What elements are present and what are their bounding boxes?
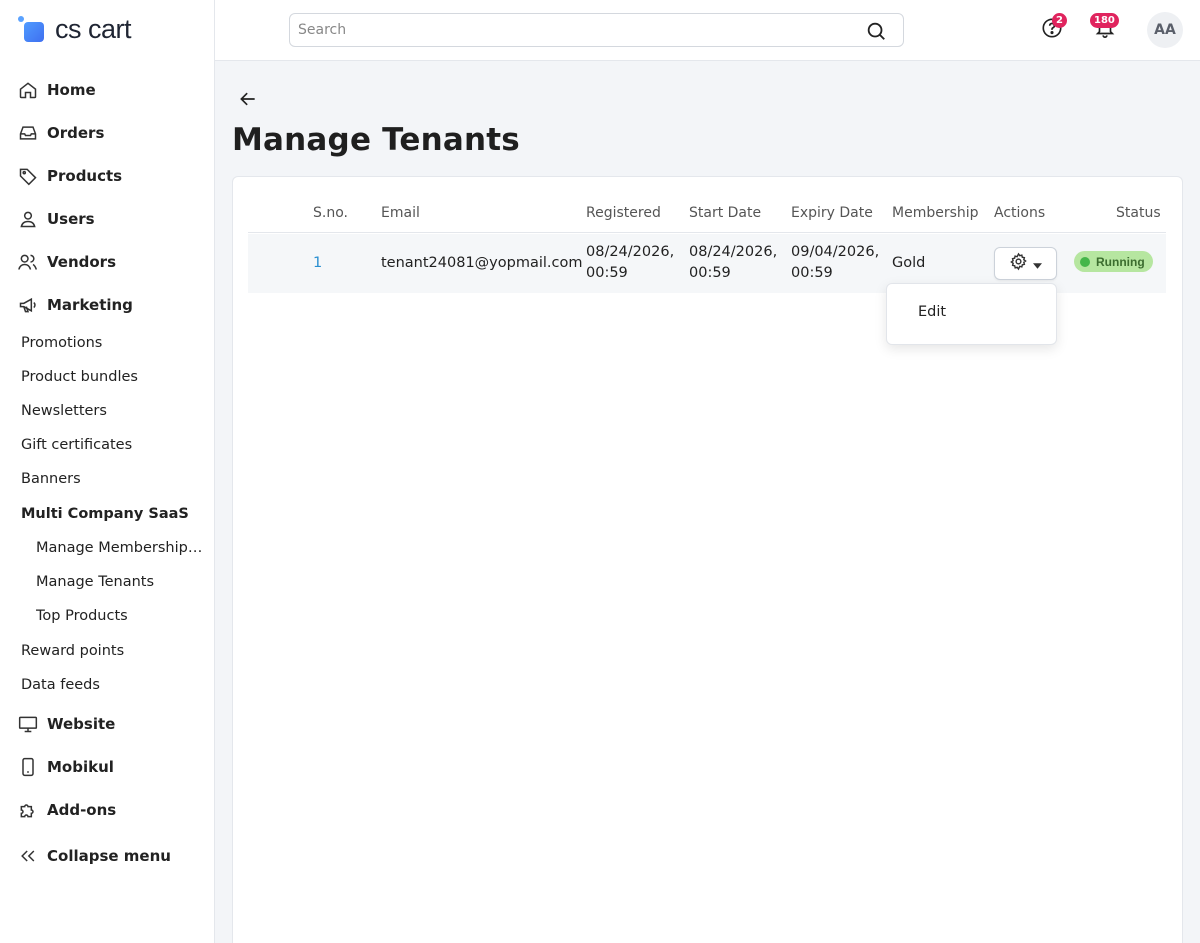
inbox-icon [17, 122, 39, 144]
notifications-button[interactable]: 180 [1090, 13, 1119, 43]
actions-dropdown-menu: Edit [886, 283, 1057, 345]
column-header-actions: Actions [994, 205, 1046, 221]
caret-down-icon [1033, 254, 1042, 273]
status-badge: Running [1074, 251, 1153, 272]
puzzle-icon [17, 799, 39, 821]
tag-icon [17, 165, 39, 187]
megaphone-icon [17, 294, 39, 316]
row-membership: Gold [892, 255, 926, 271]
sidebar-item-home[interactable]: Home [17, 75, 207, 105]
sidebar-item-products[interactable]: Products [17, 161, 207, 191]
column-header-email: Email [381, 205, 420, 221]
sidebar-item-website[interactable]: Website [17, 709, 207, 739]
sidebar-item-gift-certificates[interactable]: Gift certificates [21, 432, 206, 458]
row-expiry-date: 09/04/2026, [791, 244, 880, 260]
sidebar-item-product-bundles[interactable]: Product bundles [21, 364, 206, 390]
logo[interactable]: cs cart [18, 12, 132, 46]
cs-cart-logo-icon [18, 14, 48, 44]
column-header-sno: S.no. [313, 205, 348, 221]
back-arrow-icon[interactable] [237, 88, 259, 110]
top-header: 2 180 AA [215, 0, 1200, 61]
column-header-membership: Membership [892, 205, 979, 221]
header-divider [248, 232, 1166, 233]
sidebar-item-reward-points[interactable]: Reward points [21, 638, 206, 664]
search-input[interactable] [290, 22, 850, 38]
row-sno-link[interactable]: 1 [313, 253, 322, 274]
search-icon[interactable] [865, 20, 887, 46]
sidebar-item-mobikul[interactable]: Mobikul [17, 752, 207, 782]
column-header-expiry-date: Expiry Date [791, 205, 873, 221]
avatar[interactable]: AA [1147, 12, 1183, 48]
status-label: Running [1096, 254, 1145, 269]
sidebar-item-manage-tenants[interactable]: Manage Tenants [36, 569, 204, 595]
actions-dropdown-button[interactable] [994, 247, 1057, 280]
monitor-icon [17, 713, 39, 735]
sidebar-item-banners[interactable]: Banners [21, 466, 206, 492]
logo-text: cs cart [55, 13, 132, 44]
sidebar-item-multi-company-saas[interactable]: Multi Company SaaS [21, 501, 206, 527]
edit-menu-item[interactable]: Edit [918, 304, 946, 320]
help-badge: 2 [1052, 13, 1067, 28]
status-dot [1080, 256, 1090, 267]
chevrons-left-icon [17, 845, 39, 867]
search-box [289, 13, 904, 47]
row-registered-date: 08/24/2026, [586, 244, 675, 260]
user-icon [17, 208, 39, 230]
help-button[interactable]: 2 [1039, 13, 1067, 43]
sidebar-item-vendors[interactable]: Vendors [17, 247, 207, 277]
column-header-registered: Registered [586, 205, 661, 221]
collapse-menu-button[interactable]: Collapse menu [17, 841, 207, 871]
sidebar-item-newsletters[interactable]: Newsletters [21, 398, 206, 424]
row-registered-time: 00:59 [586, 265, 628, 281]
users-icon [17, 251, 39, 273]
row-start-time: 00:59 [689, 265, 731, 281]
sidebar-item-manage-membership-plans[interactable]: Manage Membership Pl... [36, 535, 204, 561]
row-email: tenant24081@yopmail.com [381, 255, 583, 271]
gear-icon [1009, 252, 1028, 275]
sidebar: cs cart Home Orders Products Users Vendo… [0, 0, 215, 943]
sidebar-item-users[interactable]: Users [17, 204, 207, 234]
sidebar-item-top-products[interactable]: Top Products [36, 603, 204, 629]
home-icon [17, 79, 39, 101]
row-start-date: 08/24/2026, [689, 244, 778, 260]
page-title: Manage Tenants [232, 122, 520, 158]
column-header-start-date: Start Date [689, 205, 762, 221]
smartphone-icon [17, 756, 39, 778]
sidebar-item-marketing[interactable]: Marketing [17, 290, 207, 320]
sidebar-item-data-feeds[interactable]: Data feeds [21, 672, 206, 698]
column-header-status: Status [1116, 205, 1161, 221]
notifications-badge: 180 [1090, 13, 1119, 28]
sidebar-item-addons[interactable]: Add-ons [17, 795, 207, 825]
sidebar-item-promotions[interactable]: Promotions [21, 330, 206, 356]
sidebar-item-orders[interactable]: Orders [17, 118, 207, 148]
row-expiry-time: 00:59 [791, 265, 833, 281]
